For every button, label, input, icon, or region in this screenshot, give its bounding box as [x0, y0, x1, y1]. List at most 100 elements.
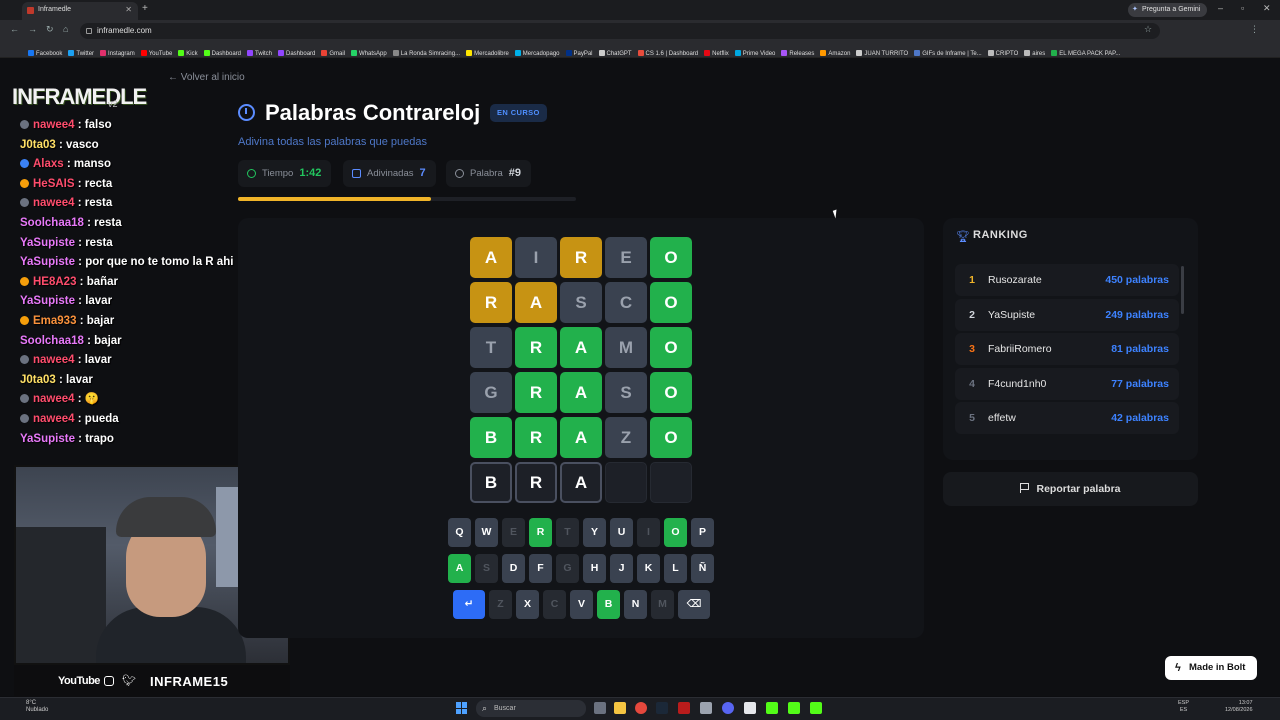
keyboard-key[interactable]: B — [597, 590, 620, 619]
kick-icon[interactable] — [766, 702, 778, 714]
bookmark-item[interactable]: Kick — [178, 47, 198, 57]
kick-icon[interactable] — [788, 702, 800, 714]
site-info-icon[interactable] — [86, 28, 92, 34]
clock[interactable]: 13:07 12/08/2026 — [1225, 700, 1253, 714]
keyboard-key[interactable]: Ñ — [691, 554, 714, 583]
language-indicator[interactable]: ESP ES — [1178, 700, 1189, 714]
close-tab-icon[interactable]: ✕ — [125, 2, 132, 18]
keyboard-key[interactable]: M — [651, 590, 674, 619]
rank-player: FabriiRomero — [988, 343, 1052, 355]
bookmark-item[interactable]: PayPal — [565, 47, 593, 57]
bookmark-item[interactable]: ChatGPT — [598, 47, 632, 57]
bookmark-item[interactable]: Dashboard — [278, 47, 315, 57]
keyboard-key[interactable]: R — [529, 518, 552, 547]
bookmark-label: La Ronda Simracing... — [400, 51, 461, 57]
bookmark-item[interactable]: YouTube — [140, 47, 172, 57]
bookmark-item[interactable]: WhatsApp — [351, 47, 387, 57]
keyboard-key[interactable]: N — [624, 590, 647, 619]
made-in-bolt-badge[interactable]: Made in Bolt — [1165, 656, 1257, 680]
file-explorer-icon[interactable] — [614, 702, 626, 714]
minimize-icon[interactable]: – — [1218, 3, 1223, 13]
kick-icon[interactable] — [810, 702, 822, 714]
keyboard-key[interactable]: G — [556, 554, 579, 583]
back-link[interactable]: ← Volver al inicio — [168, 72, 245, 83]
bookmark-item[interactable]: Twitter — [68, 47, 94, 57]
chat-username: YaSupiste — [20, 256, 75, 269]
bookmark-star-icon[interactable]: ☆ — [1144, 24, 1152, 35]
windows-start-icon[interactable] — [456, 702, 468, 714]
keyboard-key[interactable]: X — [516, 590, 539, 619]
keyboard-key[interactable]: A — [448, 554, 471, 583]
back-arrow-icon[interactable]: ← — [10, 24, 19, 34]
bookmark-item[interactable]: Dashboard — [203, 47, 241, 57]
keyboard-key[interactable]: K — [637, 554, 660, 583]
task-view-icon[interactable] — [594, 702, 606, 714]
bookmark-item[interactable]: Mercadopago — [514, 47, 560, 57]
bookmark-item[interactable]: Instagram — [100, 47, 135, 57]
ranking-scrollbar[interactable] — [1181, 266, 1184, 314]
url-field[interactable]: inframedle.com — [80, 23, 1160, 39]
bookmark-item[interactable]: JUAN TURRITO — [856, 47, 908, 57]
close-window-icon[interactable]: ✕ — [1263, 3, 1271, 14]
app-icon[interactable] — [678, 702, 690, 714]
home-icon[interactable]: ⌂ — [63, 24, 68, 34]
browser-tab[interactable]: Inframedle ✕ — [22, 2, 138, 20]
reload-icon[interactable]: ↻ — [46, 24, 54, 35]
gemini-button[interactable]: Pregunta a Gemini — [1128, 3, 1208, 17]
maximize-icon[interactable]: ▫ — [1241, 3, 1244, 13]
report-word-button[interactable]: Reportar palabra — [943, 472, 1198, 506]
bookmark-item[interactable]: GIFs de Inframe | Te... — [914, 47, 982, 57]
grid-cell: O — [650, 372, 692, 413]
bookmark-item[interactable]: aires — [1024, 47, 1045, 57]
keyboard-key[interactable]: T — [556, 518, 579, 547]
chrome-icon[interactable] — [635, 702, 647, 714]
keyboard-key[interactable]: Q — [448, 518, 471, 547]
forward-arrow-icon[interactable]: → — [28, 24, 37, 34]
keyboard-key[interactable]: C — [543, 590, 566, 619]
keyboard-key[interactable]: F — [529, 554, 552, 583]
keyboard-key[interactable]: L — [664, 554, 687, 583]
bookmark-item[interactable]: Prime Video — [734, 47, 776, 57]
bookmark-item[interactable]: Netflix — [704, 47, 729, 57]
grid-cell: A — [560, 417, 602, 458]
bookmark-item[interactable]: Gmail — [321, 47, 345, 57]
keyboard-key[interactable]: W — [475, 518, 498, 547]
bookmark-label: Prime Video — [742, 51, 776, 57]
keyboard-key[interactable]: P — [691, 518, 714, 547]
bookmark-item[interactable]: La Ronda Simracing... — [392, 47, 461, 57]
bookmark-item[interactable]: CRIPTO — [987, 47, 1018, 57]
keyboard-key[interactable]: E — [502, 518, 525, 547]
menu-icon[interactable]: ⋮ — [1250, 24, 1259, 35]
keyboard-key[interactable]: H — [583, 554, 606, 583]
bookmark-item[interactable]: CS 1.6 | Dashboard — [637, 47, 698, 57]
keyboard-key[interactable]: J — [610, 554, 633, 583]
keyboard-key[interactable]: I — [637, 518, 660, 547]
taskbar-search[interactable]: Buscar — [476, 700, 586, 717]
bookmark-item[interactable]: Amazon — [820, 47, 850, 57]
bookmark-item[interactable]: Facebook — [28, 47, 62, 57]
discord-icon[interactable] — [722, 702, 734, 714]
app-icon[interactable] — [744, 702, 756, 714]
steam-icon[interactable] — [656, 702, 668, 714]
app-icon[interactable] — [700, 702, 712, 714]
bookmark-item[interactable]: Releases — [781, 47, 814, 57]
keyboard-key[interactable]: U — [610, 518, 633, 547]
keyboard-key[interactable]: Y — [583, 518, 606, 547]
bookmark-item[interactable]: EL MEGA PACK PAP... — [1051, 47, 1120, 57]
grid-cell — [605, 462, 647, 503]
keyboard-key[interactable]: S — [475, 554, 498, 583]
keyboard-key[interactable]: V — [570, 590, 593, 619]
new-tab-button[interactable]: + — [142, 3, 148, 14]
keyboard-key[interactable]: O — [664, 518, 687, 547]
keyboard-key[interactable]: D — [502, 554, 525, 583]
enter-key[interactable]: ↵ — [453, 590, 485, 619]
backspace-key[interactable]: ⌫ — [678, 590, 710, 619]
bookmark-item[interactable]: Twitch — [247, 47, 272, 57]
keyboard-key[interactable]: Z — [489, 590, 512, 619]
stat-value: 7 — [419, 167, 426, 179]
stat-label: Palabra — [470, 168, 503, 179]
chat-text: : lavar — [59, 373, 93, 386]
rank-player: Rusozarate — [988, 274, 1042, 286]
weather-widget[interactable]: 8°C Nublado — [26, 700, 48, 714]
bookmark-item[interactable]: Mercadolibre — [466, 47, 509, 57]
